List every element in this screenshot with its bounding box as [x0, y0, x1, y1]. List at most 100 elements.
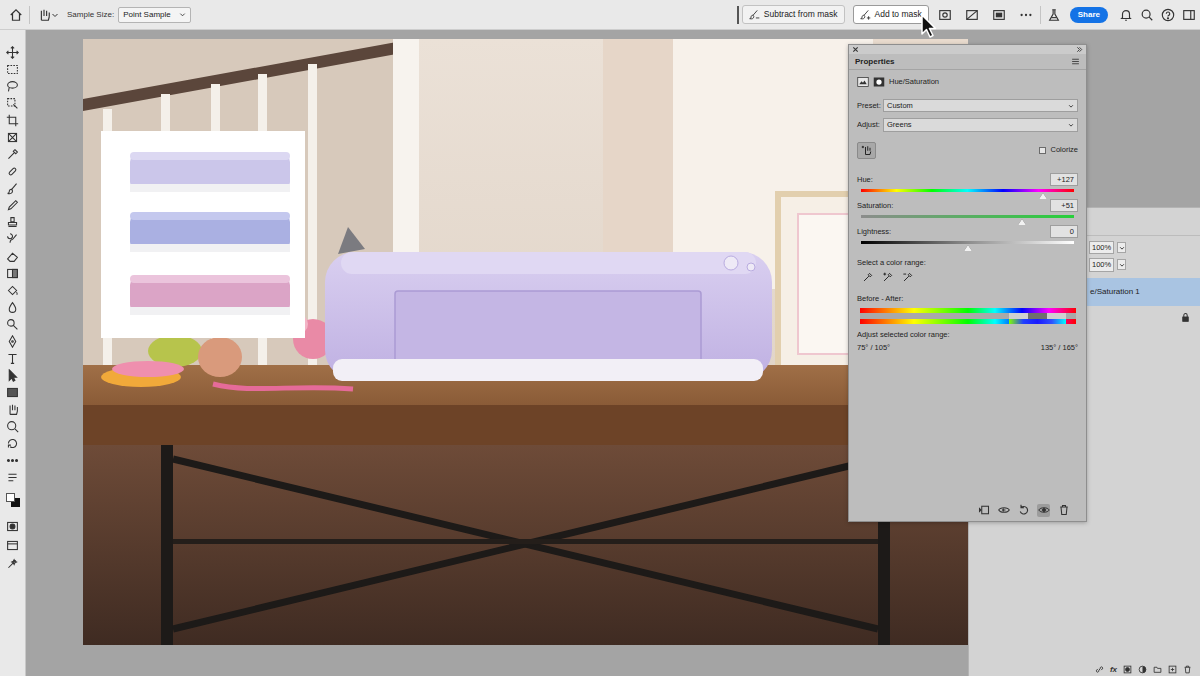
slider-track[interactable] — [861, 215, 1074, 218]
eyedropper-tool-icon[interactable] — [6, 148, 19, 161]
slider-value-field[interactable]: +51 — [1050, 199, 1078, 212]
lasso-tool-icon[interactable] — [6, 80, 19, 93]
hand-tool-icon[interactable] — [36, 7, 51, 22]
eyedropper-add-icon[interactable] — [882, 272, 893, 283]
eyedropper-icon[interactable] — [862, 272, 873, 283]
beta-flask-icon[interactable] — [1047, 7, 1062, 22]
hue-slider[interactable]: Hue: +127 — [857, 173, 1078, 192]
mask-mode-button[interactable]: Subtract from mask — [742, 5, 845, 24]
invert-mask-icon[interactable] — [965, 7, 980, 22]
gradient-tool-icon[interactable] — [6, 267, 19, 280]
hand-tool-icon[interactable] — [6, 403, 19, 416]
more-options-icon[interactable] — [1019, 7, 1034, 22]
reset-icon[interactable] — [1017, 504, 1030, 517]
chevron-down-icon[interactable] — [1117, 259, 1126, 270]
quick-mask-icon[interactable] — [6, 520, 19, 533]
clip-to-layer-icon[interactable] — [977, 504, 990, 517]
home-icon[interactable] — [8, 7, 23, 22]
history-brush-tool-icon[interactable] — [6, 233, 19, 246]
new-layer-icon[interactable] — [1168, 664, 1177, 676]
brush-tool-icon[interactable] — [6, 182, 19, 195]
layer-mask-icon[interactable] — [873, 76, 885, 88]
healing-brush-tool-icon[interactable] — [6, 165, 19, 178]
object-selection-tool-icon[interactable] — [6, 97, 19, 110]
after-color-bar — [860, 319, 1076, 324]
marquee-tool-icon[interactable] — [6, 63, 19, 76]
path-selection-tool-icon[interactable] — [6, 369, 19, 382]
range-start-values: 75° / 105° — [857, 342, 890, 353]
mask-mode-button[interactable]: Add to mask — [853, 5, 929, 24]
panel-menu-icon[interactable] — [1071, 57, 1080, 66]
slider-label: Hue: — [857, 174, 873, 185]
preset-dropdown[interactable]: Custom — [883, 99, 1078, 112]
slider-value-field[interactable]: +127 — [1050, 173, 1078, 186]
screen-mode-icon[interactable] — [6, 539, 19, 552]
paint-bucket-tool-icon[interactable] — [6, 284, 19, 297]
generative-icon[interactable] — [6, 558, 19, 571]
zoom-tool-icon[interactable] — [6, 420, 19, 433]
slider-thumb[interactable] — [1018, 219, 1026, 225]
close-panel-icon[interactable] — [852, 46, 859, 53]
sample-size-dropdown[interactable]: Point Sample — [118, 7, 191, 23]
tools-panel — [0, 30, 26, 676]
crop-tool-icon[interactable] — [6, 114, 19, 127]
view-previous-icon[interactable] — [997, 504, 1010, 517]
blur-tool-icon[interactable] — [6, 301, 19, 314]
dodge-tool-icon[interactable] — [6, 318, 19, 331]
trash-icon[interactable] — [1057, 504, 1070, 517]
share-button[interactable]: Share — [1070, 7, 1108, 23]
trash-icon[interactable] — [1183, 664, 1192, 676]
lock-icon — [1181, 312, 1190, 324]
add-brush-icon — [860, 9, 871, 20]
chevron-down-icon[interactable] — [1117, 242, 1126, 253]
workspace-layout-icon[interactable] — [1181, 7, 1196, 22]
help-icon[interactable] — [1160, 7, 1175, 22]
adjustment-layer-icon[interactable] — [1138, 664, 1147, 676]
pencil-tool-icon[interactable] — [6, 199, 19, 212]
rotate-view-tool-icon[interactable] — [6, 437, 19, 450]
lightness-slider[interactable]: Lightness:0 — [857, 225, 1078, 244]
clone-stamp-tool-icon[interactable] — [6, 216, 19, 229]
saturation-slider[interactable]: Saturation:+51 — [857, 199, 1078, 218]
eyedropper-subtract-icon[interactable] — [902, 272, 913, 283]
slider-track[interactable] — [861, 189, 1074, 192]
fill-field[interactable]: 100% — [1089, 258, 1200, 271]
collapse-panel-icon[interactable] — [1076, 46, 1083, 53]
pen-tool-icon[interactable] — [6, 335, 19, 348]
document-photo[interactable] — [83, 39, 968, 645]
targeted-adjustment-hand-icon[interactable] — [857, 142, 876, 159]
rectangle-tool-icon[interactable] — [6, 386, 19, 399]
frame-tool-icon[interactable] — [6, 131, 19, 144]
tool-preset-chevron-icon[interactable] — [51, 7, 59, 22]
adjustment-layer-icon[interactable] — [857, 76, 869, 88]
slider-value-field[interactable]: 0 — [1050, 225, 1078, 238]
refine-mask-icon[interactable] — [992, 7, 1007, 22]
adjustment-name: Hue/Saturation — [889, 76, 939, 87]
layer-style-button[interactable]: fx — [1110, 664, 1117, 676]
visibility-eye-icon[interactable] — [1037, 504, 1050, 517]
colorize-checkbox[interactable] — [1039, 147, 1046, 154]
slider-thumb[interactable] — [1039, 193, 1047, 199]
fill-value[interactable]: 100% — [1089, 258, 1114, 271]
layer-name[interactable]: e/Saturation 1 — [1090, 286, 1140, 298]
colorize-option[interactable]: Colorize — [1039, 144, 1078, 155]
slider-header: Saturation:+51 — [857, 199, 1078, 212]
eraser-tool-icon[interactable] — [6, 250, 19, 263]
more-tools-icon[interactable] — [6, 454, 19, 467]
notifications-bell-icon[interactable] — [1118, 7, 1133, 22]
link-layers-icon[interactable] — [1095, 664, 1104, 676]
adjust-dropdown[interactable]: Greens — [883, 118, 1078, 131]
opacity-value[interactable]: 100% — [1089, 241, 1114, 254]
select-subject-icon[interactable] — [938, 7, 953, 22]
search-icon[interactable] — [1139, 7, 1154, 22]
add-mask-icon[interactable] — [1123, 664, 1132, 676]
edit-toolbar-icon[interactable] — [6, 471, 19, 484]
type-tool-icon[interactable] — [6, 352, 19, 365]
slider-thumb[interactable] — [964, 245, 972, 251]
canvas-workspace: 100% 100% e/Saturation 1 fx — [26, 30, 1200, 676]
slider-track[interactable] — [861, 241, 1074, 244]
color-swatches[interactable] — [5, 492, 21, 510]
group-folder-icon[interactable] — [1153, 664, 1162, 676]
opacity-field[interactable]: 100% — [1089, 241, 1200, 254]
move-tool-icon[interactable] — [6, 46, 19, 59]
